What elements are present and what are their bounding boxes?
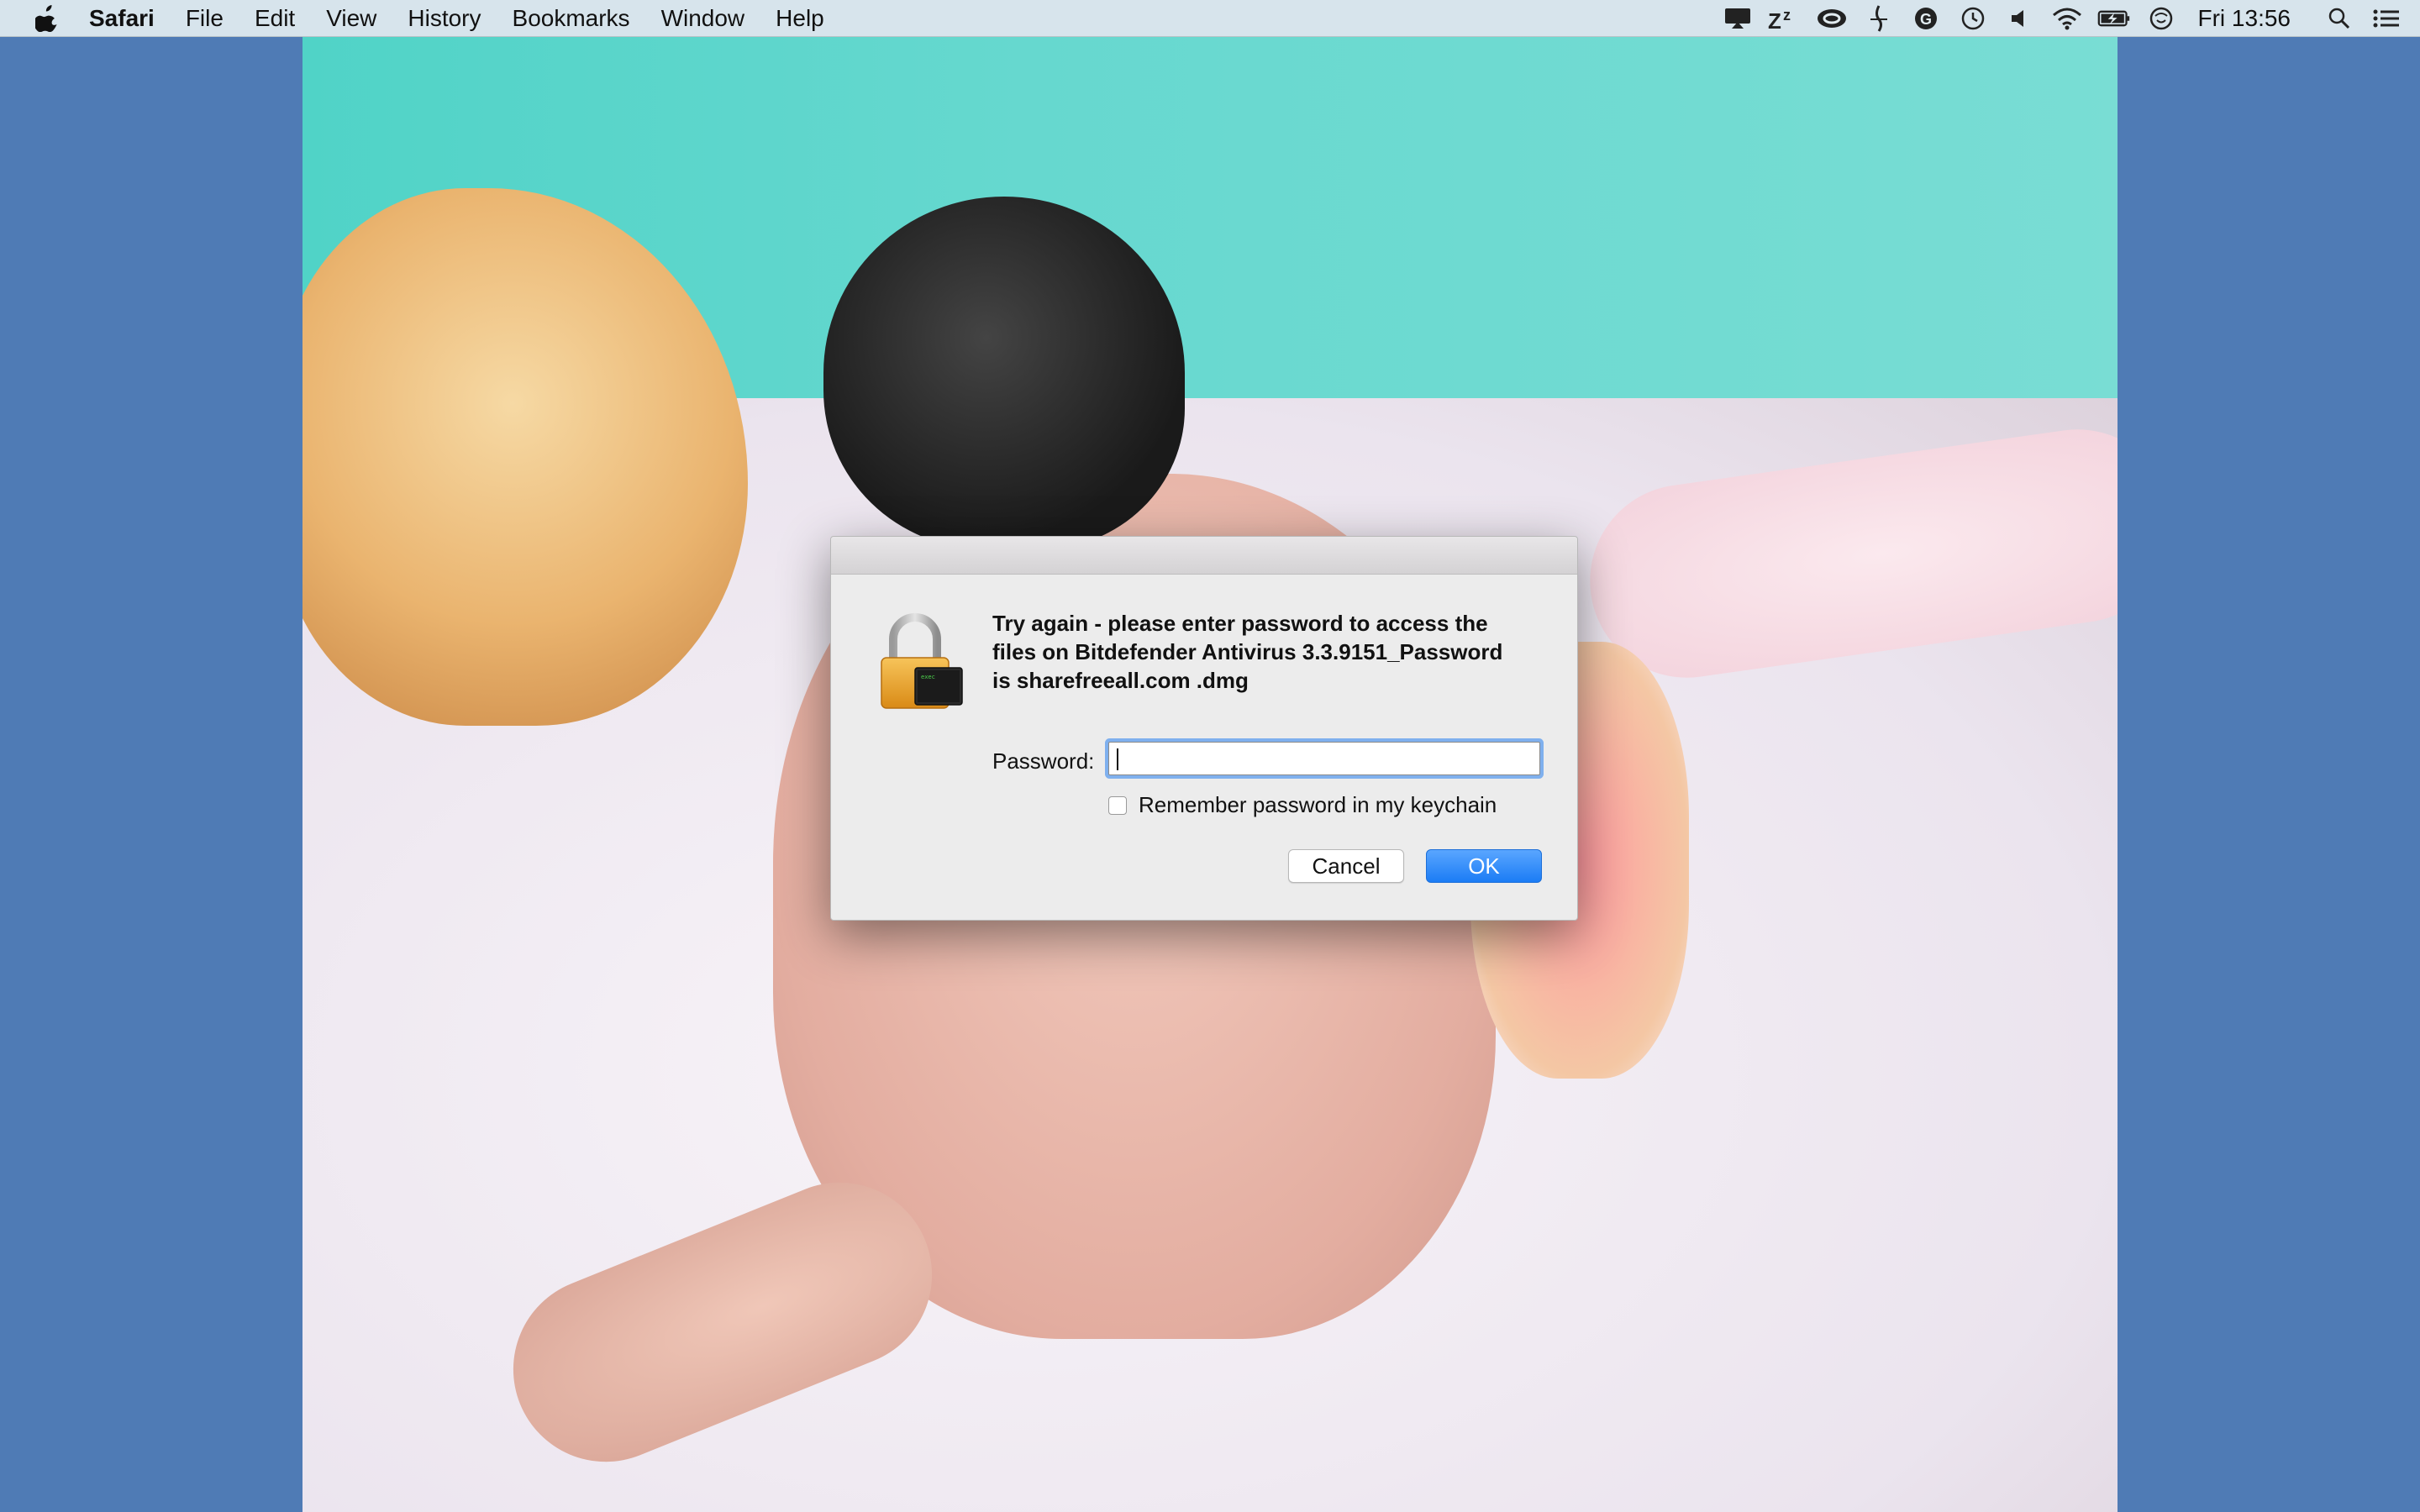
volume-icon[interactable] [2003, 2, 2037, 35]
apple-menu-icon[interactable] [32, 3, 62, 34]
menu-file[interactable]: File [186, 5, 224, 32]
menu-window[interactable]: Window [661, 5, 745, 32]
text-caret [1117, 748, 1118, 770]
svg-text:z: z [1783, 7, 1791, 24]
time-machine-icon[interactable] [1956, 2, 1990, 35]
lock-terminal-icon: exec [875, 612, 967, 713]
airplay-display-icon[interactable] [1721, 2, 1754, 35]
menu-history[interactable]: History [408, 5, 481, 32]
password-label: Password: [992, 748, 1095, 774]
ok-button[interactable]: OK [1426, 849, 1542, 883]
menu-app-name[interactable]: Safari [89, 5, 155, 32]
dialog-titlebar[interactable] [831, 537, 1577, 575]
svg-text:G: G [1920, 11, 1932, 28]
status-area: Zz G Fri 13:56 [1707, 0, 2420, 37]
cancel-button[interactable]: Cancel [1288, 849, 1404, 883]
spotlight-search-icon[interactable] [2323, 2, 2356, 35]
menu-view[interactable]: View [326, 5, 376, 32]
dialog-message: Try again - please enter password to acc… [992, 611, 1503, 693]
battery-charging-icon[interactable] [2097, 2, 2131, 35]
menu-clock[interactable]: Fri 13:56 [2198, 5, 2291, 32]
menu-bookmarks[interactable]: Bookmarks [513, 5, 630, 32]
menu-bar: Safari File Edit View History Bookmarks … [0, 0, 2420, 37]
menu-help[interactable]: Help [776, 5, 824, 32]
svg-text:exec: exec [921, 674, 935, 680]
vpn-icon[interactable] [2144, 2, 2178, 35]
wifi-icon[interactable] [2050, 2, 2084, 35]
password-input[interactable] [1108, 742, 1540, 775]
svg-text:Z: Z [1768, 8, 1781, 30]
flux-icon[interactable] [1862, 2, 1896, 35]
grammarly-icon[interactable]: G [1909, 2, 1943, 35]
photo-baby-hair [823, 197, 1185, 549]
menu-edit[interactable]: Edit [255, 5, 295, 32]
remember-password-label[interactable]: Remember password in my keychain [1139, 792, 1497, 818]
creative-cloud-icon[interactable] [1815, 2, 1849, 35]
remember-password-checkbox[interactable] [1108, 795, 1127, 815]
notification-center-icon[interactable] [2370, 2, 2403, 35]
remember-password-row[interactable]: Remember password in my keychain [1108, 792, 1497, 818]
sleep-zz-icon[interactable]: Zz [1768, 2, 1802, 35]
password-dialog: exec Try again - please enter password t… [830, 536, 1578, 921]
